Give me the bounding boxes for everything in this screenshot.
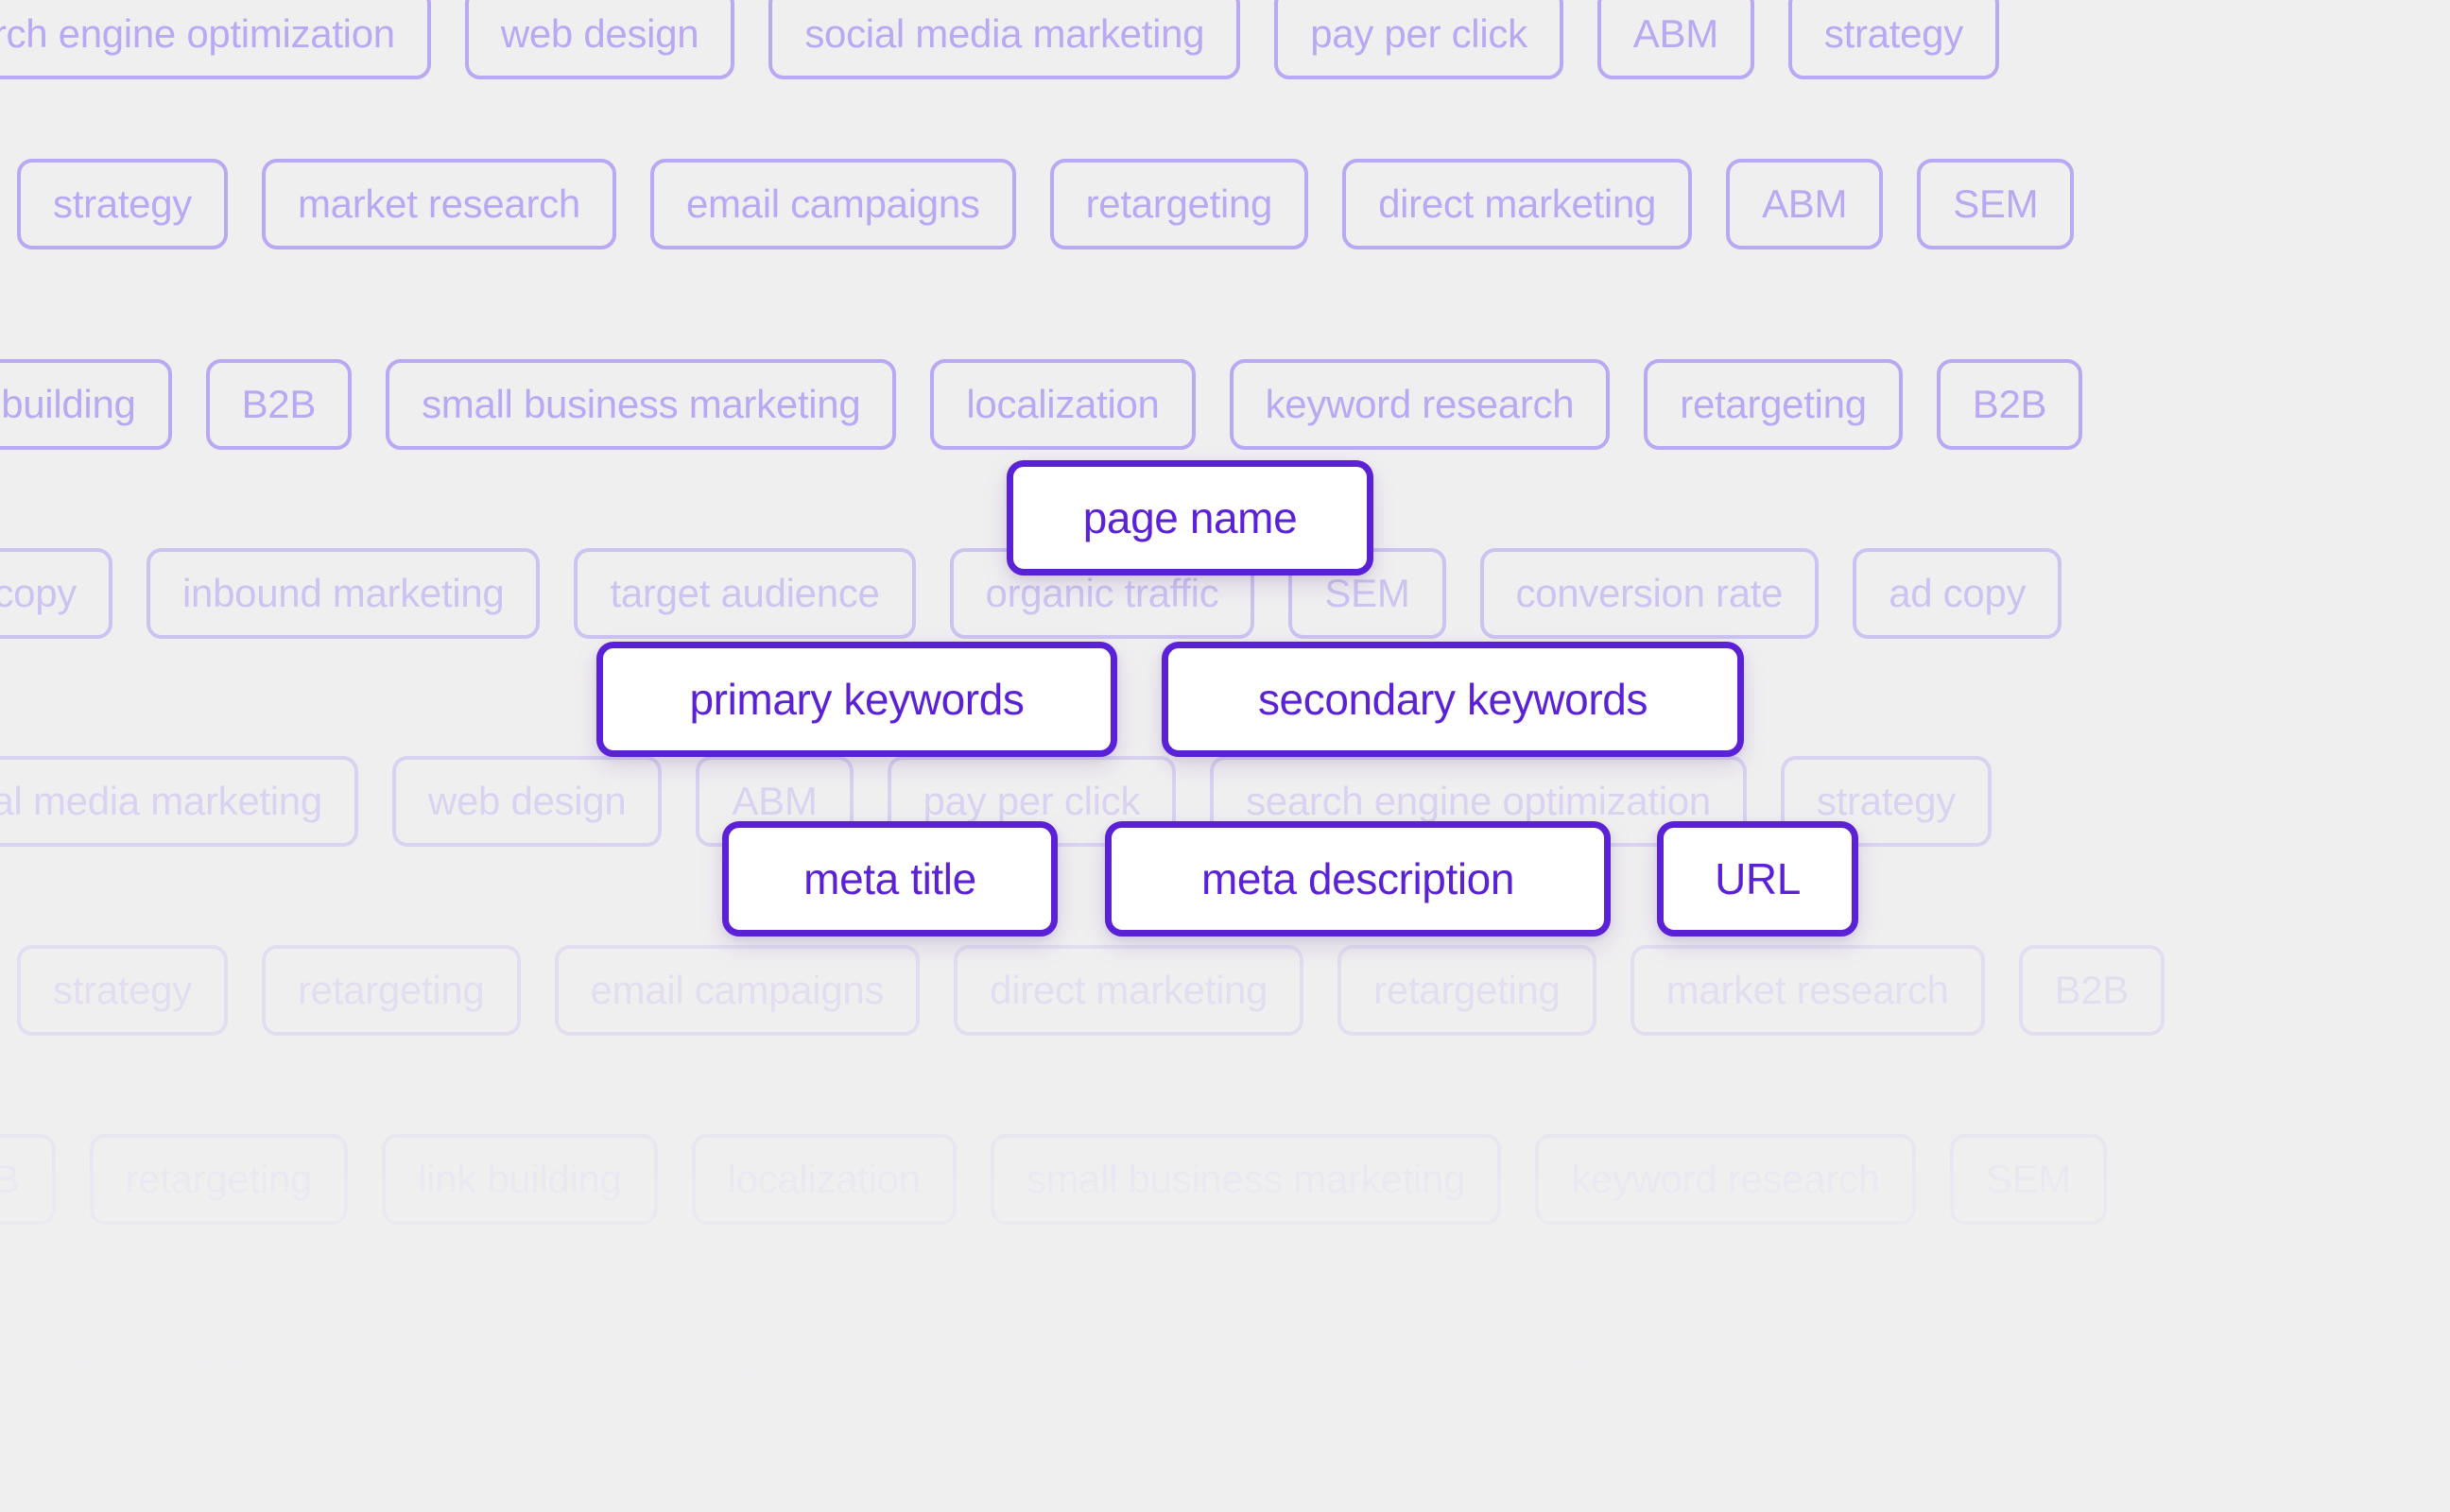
keyword-tag[interactable]: web design	[464, 0, 735, 79]
keyword-tag[interactable]: search engine optimization	[0, 0, 431, 79]
keyword-tag[interactable]: B2B	[0, 1134, 56, 1225]
keyword-tag[interactable]: link building	[382, 1134, 658, 1225]
tag-row: inbound marketing conversion rate SEM targe…	[0, 1323, 1982, 1414]
keyword-tag[interactable]: social media marketing	[0, 756, 358, 847]
keyword-tag[interactable]: ad copy	[1253, 1323, 1463, 1414]
keyword-tag[interactable]: email campaigns	[649, 159, 1016, 249]
keyword-tag[interactable]: B2B	[2018, 945, 2165, 1036]
keyword-tag[interactable]: retargeting	[1644, 359, 1903, 450]
keyword-tag[interactable]: SEM	[687, 1323, 845, 1414]
keyword-tag[interactable]: email campaigns	[554, 945, 921, 1036]
keyword-tag[interactable]: strategy	[17, 945, 228, 1036]
keyword-tag[interactable]: retargeting	[262, 945, 521, 1036]
keyword-tag[interactable]: market research	[1630, 945, 1985, 1036]
keyword-tag[interactable]: retargeting	[89, 1134, 348, 1225]
keyword-tag[interactable]: retargeting	[1337, 945, 1596, 1036]
keyword-tag[interactable]: pay per click	[1274, 0, 1563, 79]
keyword-tag[interactable]: target audience	[574, 548, 916, 639]
keyword-tag[interactable]: inbound marketing	[0, 1323, 281, 1414]
tag-row: strategy market research email campaigns re…	[17, 159, 2075, 249]
keyword-tag[interactable]: B2B	[1936, 359, 2083, 450]
keyword-tag[interactable]: strategy	[1787, 0, 1999, 79]
keyword-tag[interactable]: conversion rate	[1479, 548, 1820, 639]
keyword-tag[interactable]: SEM	[1949, 1134, 2107, 1225]
keyword-tag[interactable]: ABM	[1596, 0, 1754, 79]
keyword-tag[interactable]: ad copy	[0, 548, 113, 639]
keyword-tag[interactable]: market research	[262, 159, 616, 249]
highlighted-card-secondary-keywords[interactable]: secondary keywords	[1162, 642, 1744, 757]
tag-row: B2B retargeting link building localization s…	[0, 1134, 2107, 1225]
keyword-tag[interactable]: small business marketing	[990, 1134, 1502, 1225]
tag-cloud-canvas: search engine optimization web design soci…	[0, 0, 2450, 1512]
highlighted-card-primary-keywords[interactable]: primary keywords	[596, 642, 1117, 757]
keyword-tag[interactable]: social media marketing	[768, 0, 1241, 79]
keyword-tag[interactable]: B2B	[205, 359, 353, 450]
highlighted-card-meta-title[interactable]: meta title	[722, 821, 1058, 936]
keyword-tag[interactable]: keyword research	[1229, 359, 1611, 450]
keyword-tag[interactable]: strategy	[17, 159, 228, 249]
keyword-tag[interactable]: conversion rate	[314, 1323, 654, 1414]
keyword-tag[interactable]: B2B	[1836, 1323, 1982, 1414]
keyword-tag[interactable]: inbound marketing	[147, 548, 541, 639]
keyword-tag[interactable]: ad copy	[1853, 548, 2062, 639]
keyword-tag[interactable]: web design	[391, 756, 663, 847]
tag-row: search engine optimization web design soci…	[0, 0, 1999, 79]
keyword-tag[interactable]: link building	[0, 359, 172, 450]
keyword-tag[interactable]: SEM	[1917, 159, 2075, 249]
keyword-tag[interactable]: organic traffic	[1496, 1323, 1803, 1414]
tag-row: link building B2B small business marketing…	[0, 359, 2083, 450]
keyword-tag[interactable]: direct marketing	[1342, 159, 1693, 249]
highlighted-card-meta-description[interactable]: meta description	[1105, 821, 1611, 936]
highlighted-card-page-name[interactable]: page name	[1007, 460, 1373, 576]
keyword-tag[interactable]: small business marketing	[386, 359, 897, 450]
tag-row: strategy retargeting email campaigns direct…	[17, 945, 2165, 1036]
highlighted-card-url[interactable]: URL	[1657, 821, 1858, 936]
keyword-tag[interactable]: retargeting	[1049, 159, 1309, 249]
keyword-tag[interactable]: keyword research	[1535, 1134, 1916, 1225]
keyword-tag[interactable]: direct marketing	[954, 945, 1304, 1036]
keyword-tag[interactable]: localization	[691, 1134, 957, 1225]
keyword-tag[interactable]: localization	[930, 359, 1196, 450]
keyword-tag[interactable]: target audience	[878, 1323, 1220, 1414]
keyword-tag[interactable]: ABM	[1726, 159, 1884, 249]
